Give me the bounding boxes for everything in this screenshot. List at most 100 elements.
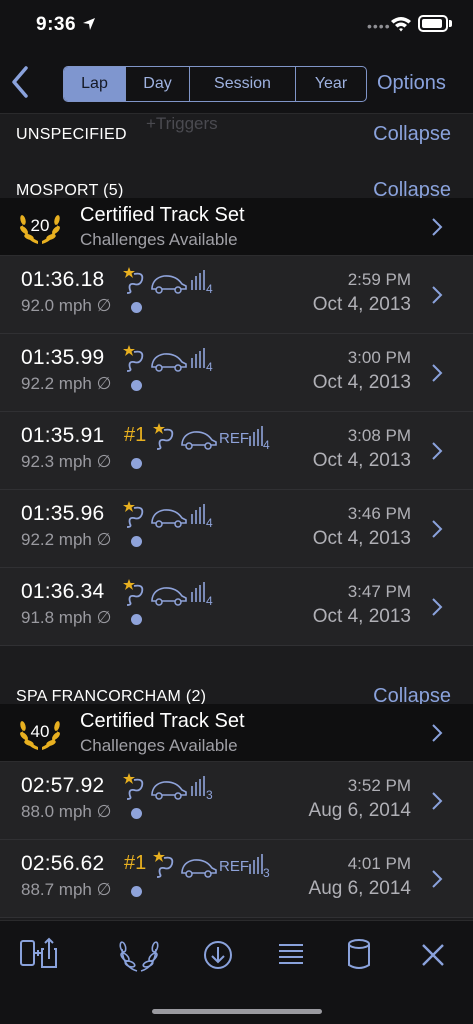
signal-count: 4 xyxy=(206,360,213,374)
status-dot xyxy=(131,302,142,313)
signal-count: 3 xyxy=(263,866,270,880)
lap-speed: 92.2 mph ∅ xyxy=(21,374,112,393)
chevron-right-icon xyxy=(432,792,443,810)
status-dot xyxy=(131,458,142,469)
chevron-right-icon xyxy=(432,442,443,460)
lap-time: 02:56.62 xyxy=(21,852,105,875)
location-arrow-icon xyxy=(83,18,95,30)
status-time: 9:36 xyxy=(36,14,77,35)
certified-title: Certified Track Set xyxy=(80,710,245,732)
lap-row[interactable]: 01:36.18 92.0 mph ∅ 4 2:59 PM Oct 4, 201… xyxy=(0,256,473,334)
chevron-right-icon xyxy=(432,364,443,382)
lap-speed: 92.3 mph ∅ xyxy=(21,452,112,471)
segment-lap[interactable]: Lap xyxy=(64,67,126,101)
status-dot xyxy=(131,886,142,897)
certified-title: Certified Track Set xyxy=(80,204,245,226)
signal-count: 4 xyxy=(206,282,213,296)
lap-time: 01:35.99 xyxy=(21,346,105,369)
lap-date: Oct 4, 2013 xyxy=(312,294,411,315)
lap-row[interactable]: 01:35.91 92.3 mph ∅ #1 REF 4 3:08 PM Oct… xyxy=(0,412,473,490)
lap-row[interactable]: 01:36.34 91.8 mph ∅ 4 3:47 PM Oct 4, 201… xyxy=(0,568,473,646)
lap-speed: 92.2 mph ∅ xyxy=(21,530,112,549)
lap-row[interactable]: 02:56.62 88.7 mph ∅ #1 REF 3 4:01 PM Aug… xyxy=(0,840,473,918)
lap-speed: 91.8 mph ∅ xyxy=(21,608,112,627)
chevron-right-icon xyxy=(432,870,443,888)
status-dot xyxy=(131,536,142,547)
lap-date: Oct 4, 2013 xyxy=(312,528,411,549)
lap-clock-time: 3:00 PM xyxy=(347,348,411,367)
lap-speed: 92.0 mph ∅ xyxy=(21,296,112,315)
lap-attribute-icons xyxy=(123,267,205,294)
signal-bars-icon xyxy=(191,270,205,290)
lap-date: Oct 4, 2013 xyxy=(312,372,411,393)
battery-tip xyxy=(449,20,452,27)
lap-date: Oct 4, 2013 xyxy=(312,606,411,627)
lap-date: Oct 4, 2013 xyxy=(312,450,411,471)
lap-speed: 88.0 mph ∅ xyxy=(21,802,112,821)
segment-year[interactable]: Year xyxy=(296,67,366,101)
lap-row[interactable]: 01:35.96 92.2 mph ∅ 4 3:46 PM Oct 4, 201… xyxy=(0,490,473,568)
chevron-right-icon xyxy=(432,598,443,616)
certified-subtitle: Challenges Available xyxy=(80,230,238,249)
section-title: UNSPECIFIED xyxy=(16,126,127,143)
track-icon xyxy=(126,272,144,294)
battery-icon xyxy=(418,15,448,32)
database-icon[interactable] xyxy=(339,935,379,975)
lap-speed: 88.7 mph ∅ xyxy=(21,880,112,899)
signal-count: 4 xyxy=(206,516,213,530)
lap-date: Aug 6, 2014 xyxy=(308,800,411,821)
lap-time: 01:36.34 xyxy=(21,580,105,603)
status-dot xyxy=(131,808,142,819)
status-dot xyxy=(131,380,142,391)
chevron-right-icon xyxy=(432,520,443,538)
lap-attribute-icons xyxy=(123,773,205,800)
lap-attribute-icons xyxy=(123,345,205,372)
reference-lap-badge: REF xyxy=(219,430,249,447)
laurel-icon[interactable] xyxy=(119,935,159,975)
back-chevron-icon[interactable] xyxy=(8,64,34,100)
chevron-right-icon xyxy=(432,724,443,742)
best-lap-rank: #1 xyxy=(124,424,147,446)
signal-dots: •••• xyxy=(367,18,391,34)
device-share-icon[interactable] xyxy=(18,935,58,975)
lap-clock-time: 3:47 PM xyxy=(347,582,411,601)
section-header-unspecified: +Triggers UNSPECIFIED Collapse xyxy=(0,114,473,154)
navigation-bar: Lap Day Session Year Options xyxy=(0,52,473,114)
options-button[interactable]: Options xyxy=(377,72,446,95)
lap-attribute-icons xyxy=(153,851,263,878)
status-bar: 9:36 •••• xyxy=(0,0,473,52)
lap-clock-time: 4:01 PM xyxy=(347,854,411,873)
lap-row[interactable]: 02:57.92 88.0 mph ∅ 3 3:52 PM Aug 6, 201… xyxy=(0,762,473,840)
segment-session[interactable]: Session xyxy=(190,67,296,101)
home-indicator[interactable] xyxy=(152,1009,322,1014)
lap-attribute-icons xyxy=(153,423,263,450)
certified-number: 40 xyxy=(30,722,50,741)
download-icon[interactable] xyxy=(198,935,238,975)
lap-list[interactable]: +Triggers UNSPECIFIED Collapse MOSPORT (… xyxy=(0,114,473,920)
lap-clock-time: 2:59 PM xyxy=(347,270,411,289)
close-icon[interactable] xyxy=(413,935,453,975)
lap-time: 02:57.92 xyxy=(21,774,105,797)
segment-day[interactable]: Day xyxy=(126,67,190,101)
lap-clock-time: 3:08 PM xyxy=(347,426,411,445)
lap-time: 01:36.18 xyxy=(21,268,105,291)
signal-count: 3 xyxy=(206,788,213,802)
star-icon xyxy=(123,267,135,278)
lap-time: 01:35.96 xyxy=(21,502,105,525)
certified-track-set-row[interactable]: 40 Certified Track Set Challenges Availa… xyxy=(0,704,473,762)
lap-clock-time: 3:52 PM xyxy=(347,776,411,795)
reference-lap-badge: REF xyxy=(219,858,249,875)
best-lap-rank: #1 xyxy=(124,852,147,874)
lap-time: 01:35.91 xyxy=(21,424,105,447)
certified-subtitle: Challenges Available xyxy=(80,736,238,755)
list-icon[interactable] xyxy=(271,935,311,975)
certified-track-set-row[interactable]: 20 Certified Track Set Challenges Availa… xyxy=(0,198,473,256)
wifi-icon xyxy=(391,17,411,32)
lap-row[interactable]: 01:35.99 92.2 mph ∅ 4 3:00 PM Oct 4, 201… xyxy=(0,334,473,412)
collapse-button[interactable]: Collapse xyxy=(373,123,451,146)
lap-attribute-icons xyxy=(123,501,205,528)
lap-attribute-icons xyxy=(123,579,205,606)
ghost-text: +Triggers xyxy=(146,114,218,133)
chevron-right-icon xyxy=(432,286,443,304)
signal-count: 4 xyxy=(206,594,213,608)
